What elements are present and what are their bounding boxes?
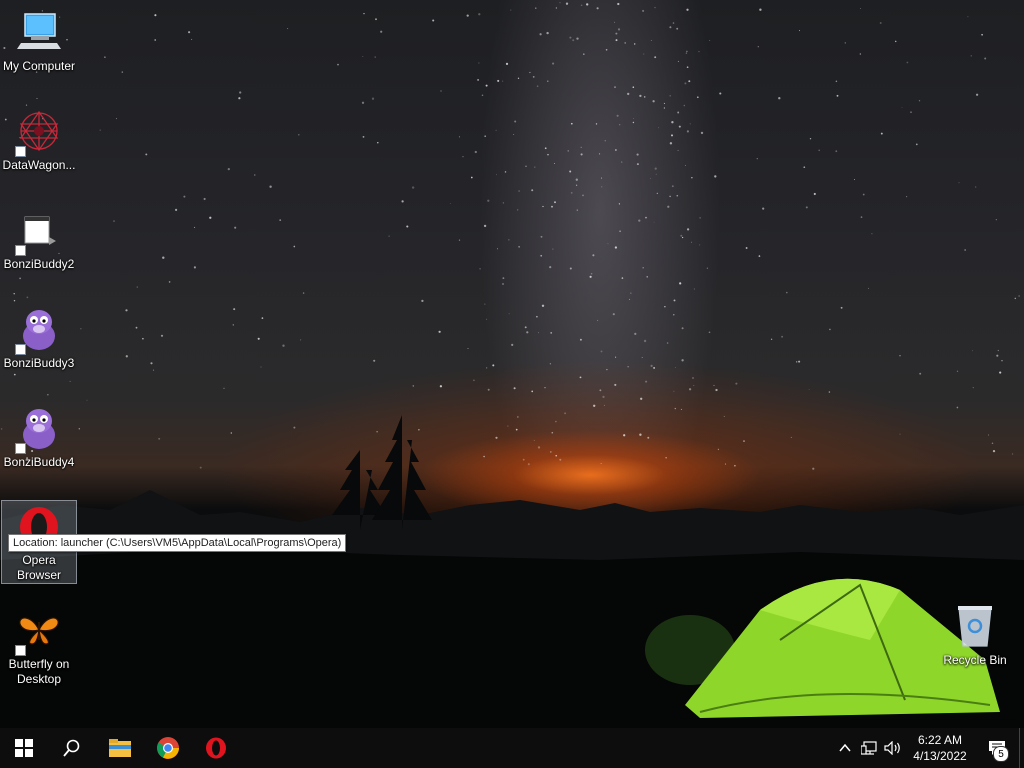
opera-icon <box>206 737 226 759</box>
network-icon <box>861 741 877 755</box>
bonzi-icon <box>15 305 63 355</box>
desktop-icon-recycle-bin[interactable]: Recycle Bin <box>937 602 1013 668</box>
notification-count-badge: 5 <box>993 746 1009 762</box>
desktop-icon-bonzibuddy2[interactable]: BonziBuddy2 <box>1 206 77 272</box>
folder-icon <box>15 206 63 256</box>
shortcut-arrow-icon <box>15 645 26 656</box>
landscape-silhouette <box>0 415 1024 728</box>
clock-time: 6:22 AM <box>917 733 963 747</box>
butterfly-icon <box>15 606 63 656</box>
taskbar-chrome[interactable] <box>144 728 192 768</box>
desktop-icon-my-computer[interactable]: My Computer <box>1 8 77 74</box>
search-button[interactable] <box>48 728 96 768</box>
search-icon <box>63 739 80 757</box>
file-explorer-icon <box>109 739 131 757</box>
bonzi-icon <box>15 404 63 454</box>
action-center-button[interactable]: 5 <box>975 728 1019 768</box>
desktop-icon-label: BonziBuddy4 <box>3 455 75 469</box>
system-tray: 6:22 AM 4/13/2022 5 <box>833 728 1024 768</box>
recycle-bin-icon <box>951 602 999 650</box>
desktop-icon-label: BonziBuddy2 <box>3 257 75 271</box>
desktop-icon-label: BonziBuddy3 <box>3 356 75 370</box>
clock-date: 4/13/2022 <box>913 749 967 763</box>
taskbar: 6:22 AM 4/13/2022 5 <box>0 728 1024 768</box>
shortcut-arrow-icon <box>15 443 26 454</box>
desktop-icon-datawagon[interactable]: DataWagon... <box>1 107 77 173</box>
speaker-icon <box>884 741 900 755</box>
shortcut-arrow-icon <box>15 344 26 355</box>
desktop-icon-label: Opera Browser <box>16 553 61 582</box>
chrome-icon <box>157 737 179 759</box>
start-icon <box>15 739 33 757</box>
show-hidden-icons-button[interactable] <box>833 728 857 768</box>
tooltip: Location: launcher (C:\Users\VM5\AppData… <box>8 534 347 552</box>
volume-button[interactable] <box>881 728 905 768</box>
network-button[interactable] <box>857 728 881 768</box>
desktop-icon-bonzibuddy4[interactable]: BonziBuddy4 <box>1 404 77 470</box>
clock[interactable]: 6:22 AM 4/13/2022 <box>905 732 975 764</box>
datawagon-icon <box>15 107 63 157</box>
taskbar-opera[interactable] <box>192 728 240 768</box>
show-desktop-button[interactable] <box>1019 728 1024 768</box>
desktop-icon-label: DataWagon... <box>2 158 76 172</box>
desktop-icon-label: Recycle Bin <box>943 653 1007 667</box>
shortcut-arrow-icon <box>15 146 26 157</box>
computer-icon <box>15 8 63 56</box>
taskbar-file-explorer[interactable] <box>96 728 144 768</box>
start-button[interactable] <box>0 728 48 768</box>
desktop-icon-label: Butterfly on Desktop <box>8 657 70 686</box>
desktop-icon-butterfly[interactable]: Butterfly on Desktop <box>1 606 77 687</box>
shortcut-arrow-icon <box>15 245 26 256</box>
desktop-wallpaper: My Computer DataWagon... BonziBuddy2 Bon… <box>0 0 1024 728</box>
chevron-up-icon <box>839 744 851 752</box>
desktop-icon-label: My Computer <box>2 59 76 73</box>
desktop-icon-bonzibuddy3[interactable]: BonziBuddy3 <box>1 305 77 371</box>
